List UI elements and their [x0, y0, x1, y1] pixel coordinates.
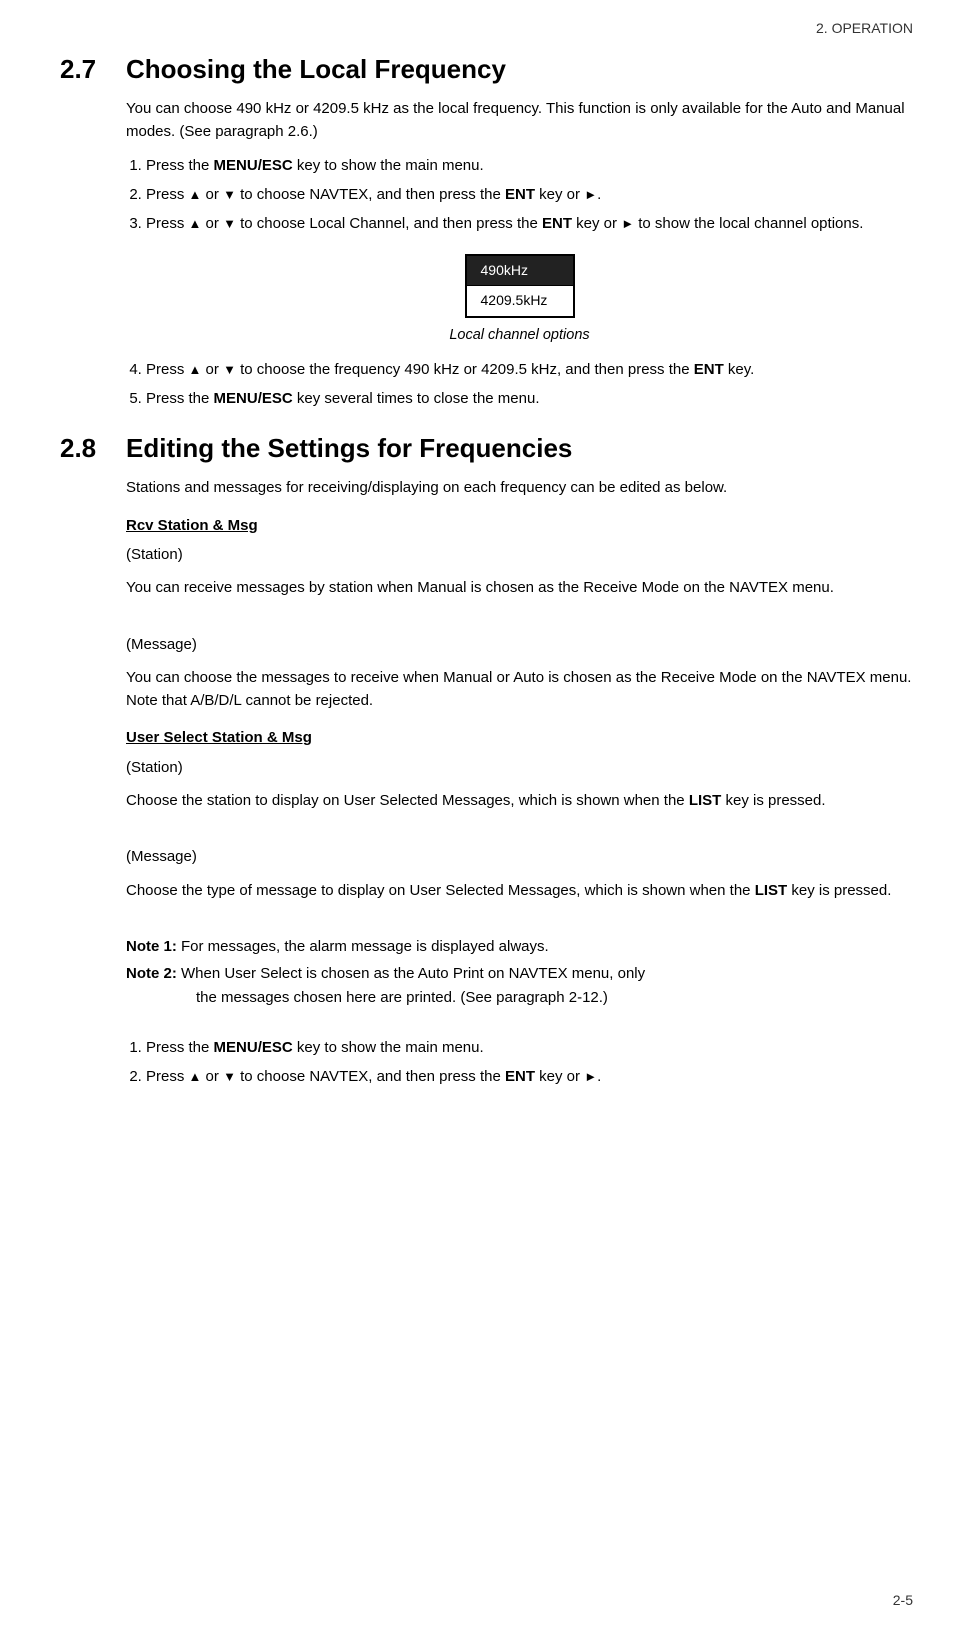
subsection-rcv-title: Rcv Station & Msg	[126, 514, 913, 537]
page-header: 2. OPERATION	[60, 20, 913, 36]
down-arrow-icon	[223, 186, 236, 203]
user-station-label: (Station)	[126, 756, 913, 779]
section-27-body: You can choose 490 kHz or 4209.5 kHz as …	[126, 97, 913, 411]
page-number: 2-5	[893, 1592, 913, 1608]
note-2: Note 2: When User Select is chosen as th…	[126, 962, 913, 1009]
section-27-steps-list: Press the MENU/ESC key to show the main …	[146, 154, 913, 236]
up-arrow-icon	[189, 215, 202, 232]
step-27-5: Press the MENU/ESC key several times to …	[146, 387, 913, 411]
down-arrow-icon	[223, 361, 236, 378]
note-2-indent: the messages chosen here are printed. (S…	[196, 989, 608, 1006]
user-message-text: Choose the type of message to display on…	[126, 879, 913, 902]
up-arrow-icon	[189, 361, 202, 378]
channel-options-box: 490kHz 4209.5kHz	[465, 254, 575, 318]
step-28-2: Press or to choose NAVTEX, and then pres…	[146, 1065, 913, 1089]
step-27-1: Press the MENU/ESC key to show the main …	[146, 154, 913, 178]
up-arrow-icon	[189, 186, 202, 203]
rcv-station-text: You can receive messages by station when…	[126, 576, 913, 599]
rcv-station-label: (Station)	[126, 543, 913, 566]
section-28-steps-list: Press the MENU/ESC key to show the main …	[146, 1036, 913, 1089]
section-28-title: 2.8 Editing the Settings for Frequencies	[60, 433, 913, 464]
note-1: Note 1: For messages, the alarm message …	[126, 935, 913, 958]
channel-option-490: 490kHz	[467, 256, 573, 287]
step-27-3: Press or to choose Local Channel, and th…	[146, 212, 913, 236]
section-27-number: 2.7	[60, 54, 108, 85]
step-28-1: Press the MENU/ESC key to show the main …	[146, 1036, 913, 1060]
right-arrow-icon	[584, 1068, 597, 1085]
header-text: 2. OPERATION	[816, 20, 913, 36]
section-28-heading: Editing the Settings for Frequencies	[126, 433, 572, 464]
user-message-label: (Message)	[126, 845, 913, 868]
right-arrow-icon	[584, 186, 597, 203]
section-27-steps-continued: Press or to choose the frequency 490 kHz…	[146, 358, 913, 411]
section-28-body: Stations and messages for receiving/disp…	[126, 476, 913, 1089]
channel-box-container: 490kHz 4209.5kHz	[126, 254, 913, 318]
subsection-userselect-title: User Select Station & Msg	[126, 726, 913, 749]
step-27-2: Press or to choose NAVTEX, and then pres…	[146, 183, 913, 207]
down-arrow-icon	[223, 1068, 236, 1085]
channel-option-4209: 4209.5kHz	[467, 286, 573, 316]
section-28-number: 2.8	[60, 433, 108, 464]
user-station-text: Choose the station to display on User Se…	[126, 789, 913, 812]
section-28-intro: Stations and messages for receiving/disp…	[126, 476, 913, 499]
page-footer: 2-5	[893, 1592, 913, 1608]
down-arrow-icon	[223, 215, 236, 232]
section-27-heading: Choosing the Local Frequency	[126, 54, 506, 85]
section-27-title: 2.7 Choosing the Local Frequency	[60, 54, 913, 85]
step-27-4: Press or to choose the frequency 490 kHz…	[146, 358, 913, 382]
rcv-message-label: (Message)	[126, 633, 913, 656]
channel-options-caption: Local channel options	[126, 324, 913, 346]
rcv-message-text: You can choose the messages to receive w…	[126, 666, 913, 713]
up-arrow-icon	[189, 1068, 202, 1085]
section-27-intro: You can choose 490 kHz or 4209.5 kHz as …	[126, 97, 913, 144]
right-arrow-icon	[621, 215, 634, 232]
